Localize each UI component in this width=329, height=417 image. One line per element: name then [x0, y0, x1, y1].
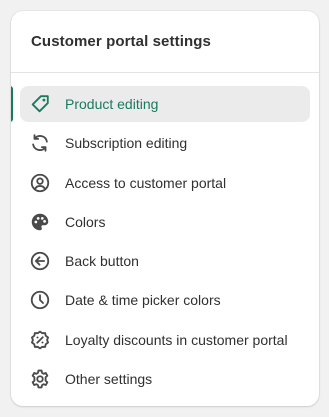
user-circle-icon [29, 172, 51, 194]
arrow-left-circle-icon [29, 250, 51, 272]
nav-item-subscription-editing[interactable]: Subscription editing [20, 125, 310, 161]
nav-item-date-time-picker-colors[interactable]: Date & time picker colors [20, 282, 310, 318]
nav-item-other-settings[interactable]: Other settings [20, 361, 310, 397]
nav-item-access-customer-portal[interactable]: Access to customer portal [20, 165, 310, 201]
tag-icon [29, 93, 51, 115]
nav-item-product-editing[interactable]: Product editing [11, 86, 310, 122]
nav-item-label: Other settings [65, 371, 153, 388]
card-header: Customer portal settings [11, 11, 319, 73]
nav-item-label: Loyalty discounts in customer portal [65, 331, 288, 348]
discount-icon [29, 329, 51, 351]
nav-item-label: Product editing [65, 96, 159, 112]
nav-item-loyalty-discounts[interactable]: Loyalty discounts in customer portal [20, 322, 310, 358]
nav-item-label: Back button [65, 253, 139, 270]
clock-icon [29, 289, 51, 311]
nav-item-label: Date & time picker colors [65, 292, 221, 309]
settings-card: Customer portal settings Product editing [11, 11, 319, 406]
active-indicator [11, 86, 13, 122]
gear-icon [29, 368, 51, 390]
palette-icon [29, 211, 51, 233]
refresh-icon [29, 132, 51, 154]
nav-item-label: Colors [65, 213, 106, 230]
nav-item-label: Subscription editing [65, 135, 188, 152]
nav-item-colors[interactable]: Colors [20, 204, 310, 240]
nav-item-label: Access to customer portal [65, 174, 227, 191]
card-title: Customer portal settings [31, 33, 211, 50]
nav-item-back-button[interactable]: Back button [20, 243, 310, 279]
settings-nav: Product editing Subscription editing Acc… [11, 73, 319, 397]
